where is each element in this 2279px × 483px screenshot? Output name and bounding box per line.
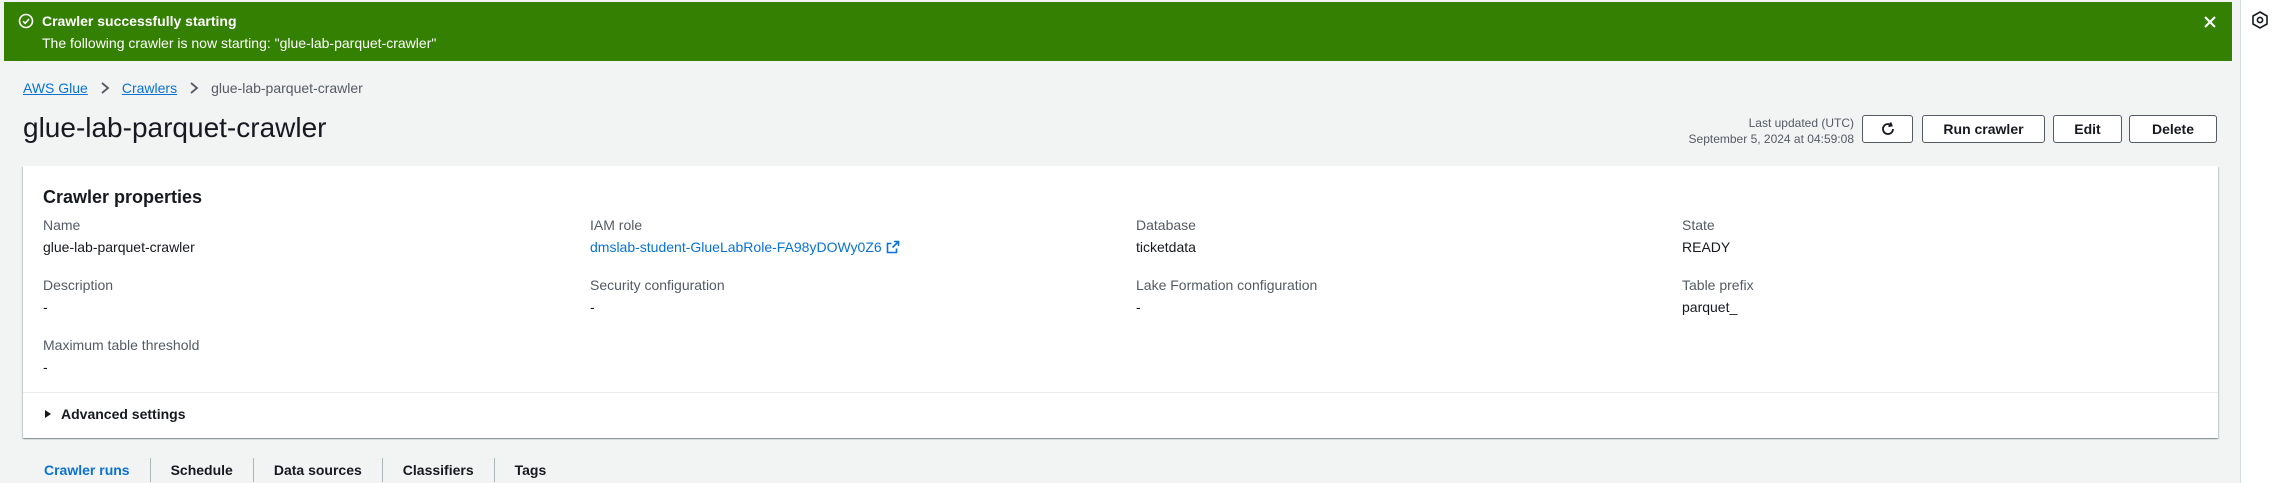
- prop-label: Database: [1136, 217, 1196, 233]
- prop-name: Name glue-lab-parquet-crawler: [43, 216, 563, 256]
- breadcrumb-aws-glue[interactable]: AWS Glue: [23, 80, 88, 96]
- caret-right-icon: [45, 410, 51, 418]
- tab-tags[interactable]: Tags: [495, 458, 567, 482]
- edit-button[interactable]: Edit: [2053, 115, 2122, 143]
- settings-hexagon-icon[interactable]: [2250, 10, 2270, 30]
- prop-description: Description -: [43, 276, 563, 316]
- success-flash-banner: Crawler successfully starting The follow…: [4, 2, 2232, 61]
- prop-label: Security configuration: [590, 277, 725, 293]
- prop-value: -: [43, 299, 48, 315]
- advanced-settings-toggle[interactable]: Advanced settings: [43, 406, 185, 422]
- run-crawler-button[interactable]: Run crawler: [1922, 115, 2045, 143]
- prop-max-table-threshold: Maximum table threshold -: [43, 336, 563, 376]
- advanced-settings-label: Advanced settings: [61, 406, 186, 422]
- prop-value: -: [590, 299, 595, 315]
- prop-database: Database ticketdata: [1136, 216, 1656, 256]
- last-updated-value: September 5, 2024 at 04:59:08: [1688, 132, 1854, 146]
- prop-label: Table prefix: [1682, 277, 1754, 293]
- crawler-properties-card: Crawler properties Name glue-lab-parquet…: [23, 166, 2218, 438]
- prop-label: IAM role: [590, 217, 643, 233]
- prop-value: dmslab-student-GlueLabRole-FA98yDOWy0Z6: [590, 238, 1110, 256]
- tab-crawler-runs[interactable]: Crawler runs: [23, 458, 151, 482]
- delete-button[interactable]: Delete: [2129, 115, 2217, 143]
- tab-data-sources[interactable]: Data sources: [254, 458, 383, 482]
- breadcrumb-crawlers[interactable]: Crawlers: [122, 80, 177, 96]
- prop-value: READY: [1682, 239, 1731, 255]
- last-updated: Last updated (UTC) September 5, 2024 at …: [1640, 115, 1854, 147]
- external-link-icon[interactable]: [886, 240, 900, 254]
- right-rail: [2240, 0, 2279, 483]
- prop-label: Description: [43, 277, 114, 293]
- prop-label: Name: [43, 217, 81, 233]
- prop-iam-role: IAM role dmslab-student-GlueLabRole-FA98…: [590, 216, 1110, 256]
- prop-value: -: [43, 359, 48, 375]
- card-divider: [23, 392, 2218, 393]
- prop-security-configuration: Security configuration -: [590, 276, 1110, 316]
- prop-label: Lake Formation configuration: [1136, 277, 1318, 293]
- tab-schedule[interactable]: Schedule: [151, 458, 254, 482]
- prop-table-prefix: Table prefix parquet_: [1682, 276, 2202, 316]
- flash-message: The following crawler is now starting: "…: [42, 35, 437, 51]
- page-title: glue-lab-parquet-crawler: [23, 112, 327, 143]
- check-circle-icon: [18, 13, 34, 29]
- breadcrumb-current: glue-lab-parquet-crawler: [211, 80, 363, 96]
- prop-value: -: [1136, 299, 1141, 315]
- tab-list: Crawler runs Schedule Data sources Class…: [23, 458, 566, 482]
- main-content: Crawler successfully starting The follow…: [0, 0, 2240, 483]
- prop-value: ticketdata: [1136, 239, 1196, 255]
- prop-state: State READY: [1682, 216, 2202, 256]
- refresh-icon: [1881, 122, 1894, 135]
- last-updated-label: Last updated (UTC): [1748, 116, 1854, 130]
- prop-value: glue-lab-parquet-crawler: [43, 239, 195, 255]
- breadcrumb: AWS Glue Crawlers glue-lab-parquet-crawl…: [23, 80, 363, 96]
- chevron-right-icon: [101, 82, 110, 94]
- prop-label: State: [1682, 217, 1715, 233]
- refresh-button[interactable]: [1862, 115, 1913, 143]
- iam-role-link[interactable]: dmslab-student-GlueLabRole-FA98yDOWy0Z6: [590, 238, 882, 256]
- prop-label: Maximum table threshold: [43, 337, 200, 353]
- tab-classifiers[interactable]: Classifiers: [383, 458, 495, 482]
- close-icon[interactable]: [2200, 12, 2220, 32]
- flash-title: Crawler successfully starting: [42, 13, 237, 29]
- card-title: Crawler properties: [43, 187, 203, 207]
- prop-value: parquet_: [1682, 299, 1738, 315]
- chevron-right-icon: [190, 82, 199, 94]
- prop-lake-formation: Lake Formation configuration -: [1136, 276, 1656, 316]
